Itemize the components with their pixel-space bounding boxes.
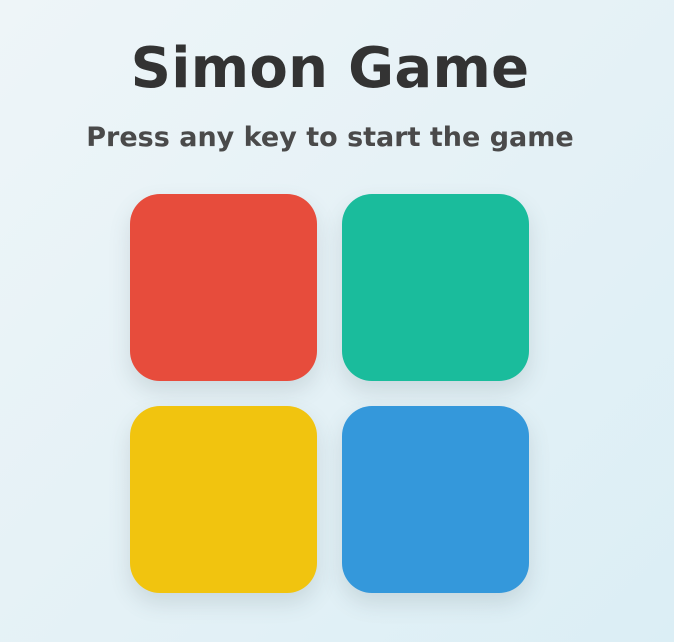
game-status: Press any key to start the game [86, 122, 574, 153]
green-pad-button[interactable] [342, 194, 529, 381]
blue-pad-button[interactable] [342, 406, 529, 593]
game-board [130, 194, 530, 594]
game-title: Simon Game [130, 36, 530, 101]
yellow-pad-button[interactable] [130, 406, 317, 593]
red-pad-button[interactable] [130, 194, 317, 381]
